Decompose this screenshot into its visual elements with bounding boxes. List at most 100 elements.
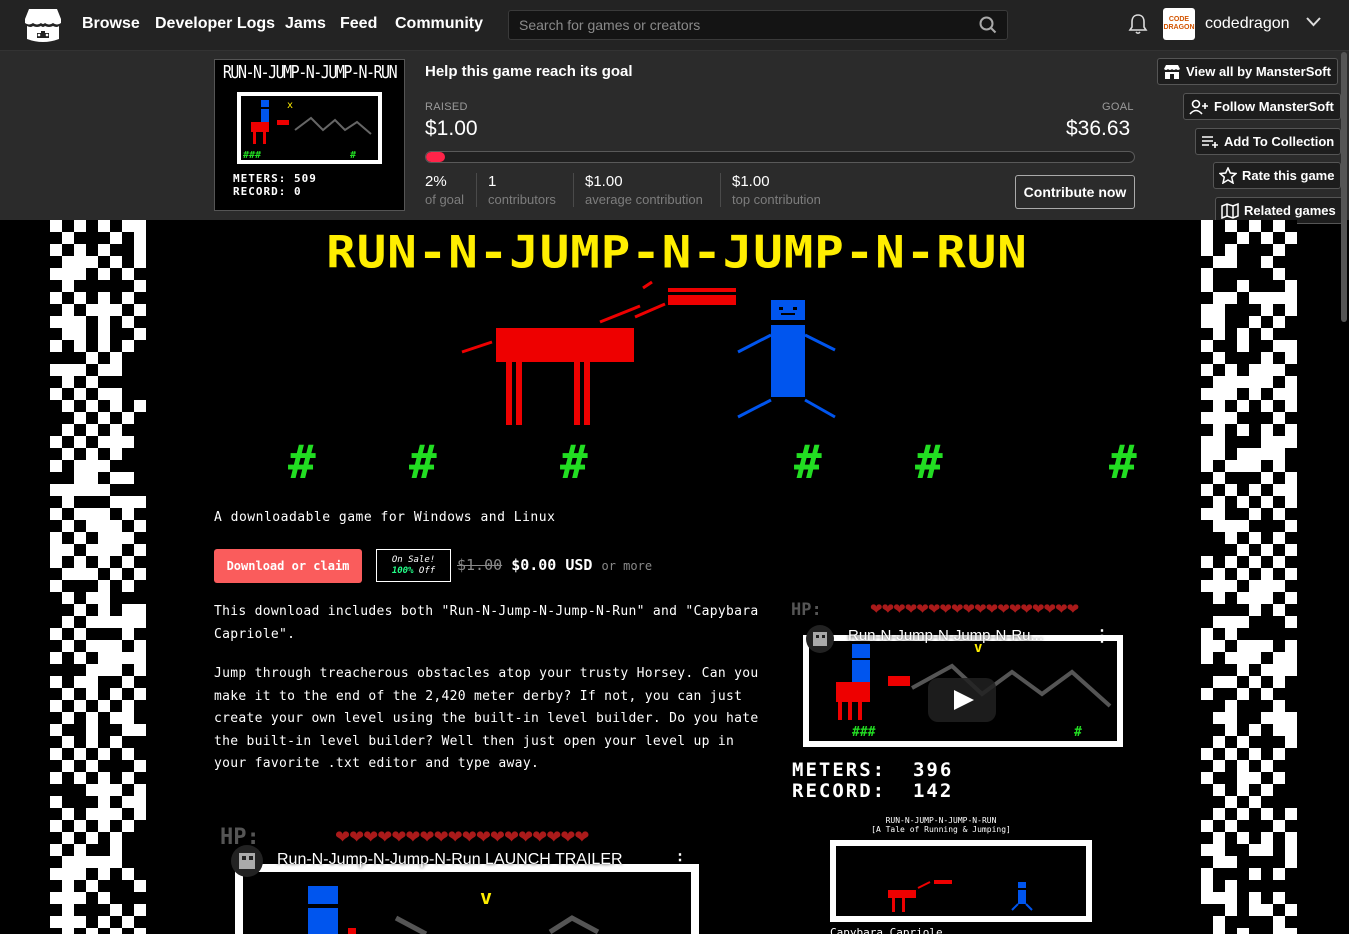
playlist-add-icon [1202, 135, 1218, 148]
obstacle-hash: # [915, 435, 943, 489]
svg-text:###: ### [852, 725, 876, 740]
follow-author-button[interactable]: Follow MansterSoft [1183, 93, 1341, 120]
record-value: RECORD: 142 [792, 780, 954, 802]
game-page: RUN-N-JUMP-N-JUMP-N-RUN # # # # # # A do… [50, 220, 1297, 934]
or-more-label: or more [601, 559, 653, 573]
stat-contributors-label: contributors [488, 192, 556, 207]
view-all-by-author-button[interactable]: View all by MansterSoft [1157, 58, 1338, 85]
goal-progress-bar [425, 151, 1135, 163]
meters-value: METERS: 396 [792, 759, 954, 781]
right-checker-border [1201, 220, 1297, 934]
thumbnail-meters: METERS: 509 [233, 172, 317, 185]
raised-amount: $1.00 [425, 117, 478, 140]
rate-label: Rate this game [1242, 168, 1335, 183]
left-checker-border [50, 220, 146, 934]
obstacle-hash: # [560, 435, 588, 489]
youtube-video-player-1[interactable]: v ### # Run-N-Jump-N-Jump-N-Ru... ⋮ [802, 624, 1124, 748]
related-label: Related games [1244, 203, 1336, 218]
hp-label: HP: [791, 600, 822, 620]
search-input[interactable] [509, 11, 989, 39]
star-icon [1219, 167, 1237, 184]
stat-top-label: top contribution [732, 192, 821, 207]
user-plus-icon [1189, 99, 1208, 115]
description-paragraph-2: Jump through treacherous obstacles atop … [214, 666, 759, 771]
banner-subtitle: [A Tale of Running & Jumping] [871, 825, 1011, 834]
obstacle-hash: # [794, 435, 822, 489]
download-or-claim-button[interactable]: Download or claim [214, 549, 362, 583]
capybara-banner-text: RUN-N-JUMP-N-JUMP-N-RUN [A Tale of Runni… [836, 816, 1046, 834]
sale-badge-discount: 100% Off [377, 566, 450, 577]
svg-text:x: x [287, 100, 293, 111]
store-icon [1164, 64, 1180, 79]
map-icon [1221, 202, 1239, 219]
nav-browse[interactable]: Browse [82, 15, 140, 33]
add-collection-label: Add To Collection [1224, 134, 1335, 149]
sale-off: Off [418, 566, 436, 576]
rate-game-button[interactable]: Rate this game [1213, 162, 1342, 189]
user-avatar[interactable]: CODE DRAGON [1163, 8, 1195, 40]
banner-title: RUN-N-JUMP-N-JUMP-N-RUN [885, 816, 997, 825]
nav-feed[interactable]: Feed [340, 15, 377, 33]
video-2-menu-icon[interactable]: ⋮ [672, 850, 688, 870]
hero-scene [461, 280, 836, 425]
svg-text:###: ### [243, 150, 261, 161]
username-label[interactable]: codedragon [1205, 15, 1290, 33]
description-paragraph-1: This download includes both "Run-N-Jump-… [214, 604, 759, 642]
funding-goal-panel: RUN-N-JUMP-N-JUMP-N-RUN x ### # METERS: … [0, 51, 1349, 220]
top-navigation-bar: Browse Developer Logs Jams Feed Communit… [0, 0, 1349, 51]
view-all-label: View all by MansterSoft [1186, 64, 1331, 79]
goal-label: GOAL [1102, 101, 1134, 113]
stat-contributors: 1 contributors [476, 173, 556, 207]
goal-progress-fill [426, 152, 446, 162]
sale-badge: On Sale! 100% Off [376, 549, 451, 582]
obstacle-hash: # [288, 435, 316, 489]
page-scrollbar[interactable] [1341, 52, 1347, 322]
original-price: $1.00 [457, 556, 503, 574]
price-block: $1.00 $0.00 USD or more [457, 556, 652, 574]
search-box [508, 10, 1008, 40]
game-tagline: A downloadable game for Windows and Linu… [214, 510, 556, 525]
add-to-collection-button[interactable]: Add To Collection [1195, 128, 1342, 155]
capybara-screenshot[interactable] [830, 840, 1092, 924]
sale-percent: 100% [391, 566, 414, 576]
stat-top-value: $1.00 [732, 173, 770, 190]
game-thumbnail[interactable]: RUN-N-JUMP-N-JUMP-N-RUN x ### # METERS: … [214, 59, 405, 211]
itchio-logo-icon[interactable] [23, 7, 63, 45]
sale-price: $0.00 USD [511, 556, 593, 574]
stat-average: $1.00 average contribution [573, 173, 703, 207]
meters-record-readout: METERS: 396 RECORD: 142 [792, 760, 953, 802]
contribute-now-button[interactable]: Contribute now [1015, 175, 1135, 209]
goal-heading: Help this game reach its goal [425, 63, 633, 80]
stat-percent: 2% of goal [425, 173, 464, 207]
nav-community[interactable]: Community [395, 15, 483, 33]
obstacle-hash: # [1109, 435, 1137, 489]
capybara-caption: Capybara Capriole [830, 926, 943, 934]
channel-avatar-icon[interactable] [805, 624, 835, 654]
obstacle-hash: # [409, 435, 437, 489]
stat-average-value: $1.00 [585, 173, 623, 190]
svg-text:v: v [480, 885, 492, 909]
goal-amount: $36.63 [1066, 117, 1131, 140]
stat-contributors-value: 1 [488, 173, 497, 190]
stat-percent-label: of goal [425, 192, 465, 207]
chevron-down-icon[interactable] [1306, 17, 1321, 27]
stat-top: $1.00 top contribution [720, 173, 821, 207]
svg-text:#: # [1074, 725, 1082, 740]
thumbnail-record: RECORD: 0 [233, 185, 302, 198]
game-title-banner: RUN-N-JUMP-N-JUMP-N-RUN [326, 226, 1028, 279]
stat-average-label: average contribution [585, 192, 703, 207]
nav-jams[interactable]: Jams [285, 15, 326, 33]
channel-avatar-icon-2[interactable] [230, 844, 264, 878]
notification-bell-icon[interactable] [1128, 13, 1148, 35]
video-1-menu-icon[interactable]: ⋮ [1094, 626, 1110, 646]
follow-label: Follow MansterSoft [1214, 99, 1334, 114]
search-icon[interactable] [979, 16, 997, 34]
sale-badge-title: On Sale! [391, 555, 436, 565]
raised-label: RAISED [425, 101, 468, 113]
video-1-title[interactable]: Run-N-Jump-N-Jump-N-Ru... [848, 627, 1043, 644]
youtube-video-player-2[interactable]: v Run-N-Jump-N-Jump-N-Run LAUNCH TRAILER… [230, 844, 700, 934]
stat-percent-value: 2% [425, 173, 447, 190]
video-2-title[interactable]: Run-N-Jump-N-Jump-N-Run LAUNCH TRAILER [277, 851, 623, 869]
nav-developer-logs[interactable]: Developer Logs [155, 15, 275, 33]
svg-text:#: # [350, 150, 356, 161]
